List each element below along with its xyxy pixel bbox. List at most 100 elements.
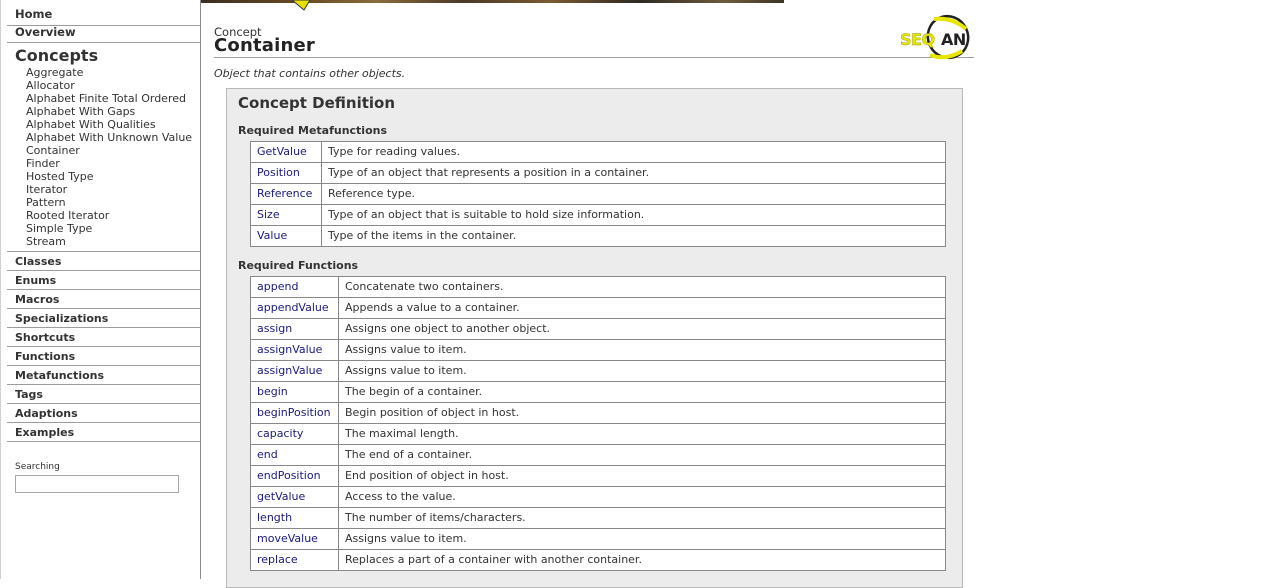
function-link[interactable]: appendValue [250, 297, 339, 319]
table-row: Value Type of the items in the container. [250, 225, 946, 247]
description-cell: The begin of a container. [338, 381, 946, 403]
description-cell: Type of the items in the container. [321, 225, 946, 247]
table-row: length The number of items/characters. [250, 507, 946, 529]
description-cell: Appends a value to a container. [338, 297, 946, 319]
function-link[interactable]: begin [250, 381, 339, 403]
concept-link-alphabet-with-qualities[interactable]: Alphabet With Qualities [26, 118, 200, 131]
table-row: begin The begin of a container. [250, 381, 946, 403]
nav-section-tags[interactable]: Tags [7, 385, 200, 404]
logo-text-seq: SEQ [900, 30, 935, 49]
required-functions-heading: Required Functions [238, 259, 359, 272]
description-cell: End position of object in host. [338, 465, 946, 487]
concept-link-allocator[interactable]: Allocator [26, 79, 200, 92]
logo-text-an: AN [941, 30, 966, 49]
function-link[interactable]: Value [250, 225, 322, 247]
section-nav: Classes Enums Macros Specializations Shortcu… [1, 252, 200, 442]
function-link[interactable]: Reference [250, 183, 322, 205]
search-label: Searching [15, 462, 60, 472]
seqan-logo: SEQ AN [900, 14, 970, 60]
nav-home-link[interactable]: Home [7, 0, 200, 26]
table-row: capacity The maximal length. [250, 423, 946, 445]
concept-link-stream[interactable]: Stream [26, 235, 200, 248]
sidebar: Home Overview Concepts Aggregate Allocato… [0, 0, 201, 579]
concept-link-rooted-iterator[interactable]: Rooted Iterator [26, 209, 200, 222]
description-cell: Begin position of object in host. [338, 402, 946, 424]
description-cell: The maximal length. [338, 423, 946, 445]
description-cell: The number of items/characters. [338, 507, 946, 529]
nav-section-enums[interactable]: Enums [7, 271, 200, 290]
functions-table: append Concatenate two containers. appendV… [250, 276, 946, 571]
concept-link-simple-type[interactable]: Simple Type [26, 222, 200, 235]
title-divider [214, 57, 974, 58]
nav-section-functions[interactable]: Functions [7, 347, 200, 366]
concept-definition-box: Concept Definition Required Metafunction… [226, 88, 963, 588]
description-cell: Reference type. [321, 183, 946, 205]
concepts-heading[interactable]: Concepts [15, 46, 200, 66]
nav-section-macros[interactable]: Macros [7, 290, 200, 309]
search-input[interactable] [15, 475, 179, 493]
nav-section-examples[interactable]: Examples [7, 423, 200, 442]
description-cell: Type of an object that is suitable to ho… [321, 204, 946, 226]
table-row: beginPosition Begin position of object in… [250, 402, 946, 424]
table-row: assign Assigns one object to another obje… [250, 318, 946, 340]
function-link[interactable]: length [250, 507, 339, 529]
concept-link-alphabet-finite-total-ordered[interactable]: Alphabet Finite Total Ordered [26, 92, 200, 105]
main-content: Concept Container SEQ AN Object that con… [201, 0, 1272, 588]
nav-overview-link[interactable]: Overview [7, 26, 200, 41]
concept-link-alphabet-with-unknown-value[interactable]: Alphabet With Unknown Value [26, 131, 200, 144]
function-link[interactable]: endPosition [250, 465, 339, 487]
function-link[interactable]: GetValue [250, 141, 322, 163]
table-row: assignValue Assigns value to item. [250, 360, 946, 382]
concept-link-aggregate[interactable]: Aggregate [26, 66, 200, 79]
function-link[interactable]: assignValue [250, 360, 339, 382]
function-link[interactable]: getValue [250, 486, 339, 508]
description-cell: Assigns value to item. [338, 360, 946, 382]
table-row: GetValue Type for reading values. [250, 141, 946, 163]
table-row: Reference Reference type. [250, 183, 946, 205]
description-cell: Assigns value to item. [338, 339, 946, 361]
page-summary: Object that contains other objects. [214, 67, 406, 80]
table-row: endPosition End position of object in hos… [250, 465, 946, 487]
description-cell: Replaces a part of a container with anot… [338, 549, 946, 571]
table-row: append Concatenate two containers. [250, 276, 946, 298]
table-row: Position Type of an object that represent… [250, 162, 946, 184]
nav-section-adaptions[interactable]: Adaptions [7, 404, 200, 423]
function-link[interactable]: assignValue [250, 339, 339, 361]
description-cell: Type for reading values. [321, 141, 946, 163]
table-row: getValue Access to the value. [250, 486, 946, 508]
description-cell: The end of a container. [338, 444, 946, 466]
nav-section-classes[interactable]: Classes [7, 252, 200, 271]
description-cell: Type of an object that represents a posi… [321, 162, 946, 184]
page-title: Container [214, 35, 316, 56]
concept-link-hosted-type[interactable]: Hosted Type [26, 170, 200, 183]
function-link[interactable]: Size [250, 204, 322, 226]
function-link[interactable]: moveValue [250, 528, 339, 550]
concepts-section: Concepts Aggregate Allocator Alphabet Fini… [7, 46, 200, 252]
concept-definition-title: Concept Definition [238, 94, 396, 112]
function-link[interactable]: replace [250, 549, 339, 571]
required-metafunctions-heading: Required Metafunctions [238, 124, 388, 137]
concept-link-alphabet-with-gaps[interactable]: Alphabet With Gaps [26, 105, 200, 118]
function-link[interactable]: assign [250, 318, 339, 340]
description-cell: Assigns one object to another object. [338, 318, 946, 340]
table-row: end The end of a container. [250, 444, 946, 466]
table-row: Size Type of an object that is suitable t… [250, 204, 946, 226]
concept-link-iterator[interactable]: Iterator [26, 183, 200, 196]
function-link[interactable]: append [250, 276, 339, 298]
table-row: appendValue Appends a value to a containe… [250, 297, 946, 319]
function-link[interactable]: end [250, 444, 339, 466]
nav-section-metafunctions[interactable]: Metafunctions [7, 366, 200, 385]
table-row: replace Replaces a part of a container wi… [250, 549, 946, 571]
concept-link-finder[interactable]: Finder [26, 157, 200, 170]
nav-section-specializations[interactable]: Specializations [7, 309, 200, 328]
concept-link-pattern[interactable]: Pattern [26, 196, 200, 209]
nav-overview-row: Overview [7, 26, 200, 43]
table-row: moveValue Assigns value to item. [250, 528, 946, 550]
description-cell: Concatenate two containers. [338, 276, 946, 298]
function-link[interactable]: Position [250, 162, 322, 184]
description-cell: Assigns value to item. [338, 528, 946, 550]
nav-section-shortcuts[interactable]: Shortcuts [7, 328, 200, 347]
function-link[interactable]: capacity [250, 423, 339, 445]
concept-link-container[interactable]: Container [26, 144, 200, 157]
function-link[interactable]: beginPosition [250, 402, 339, 424]
